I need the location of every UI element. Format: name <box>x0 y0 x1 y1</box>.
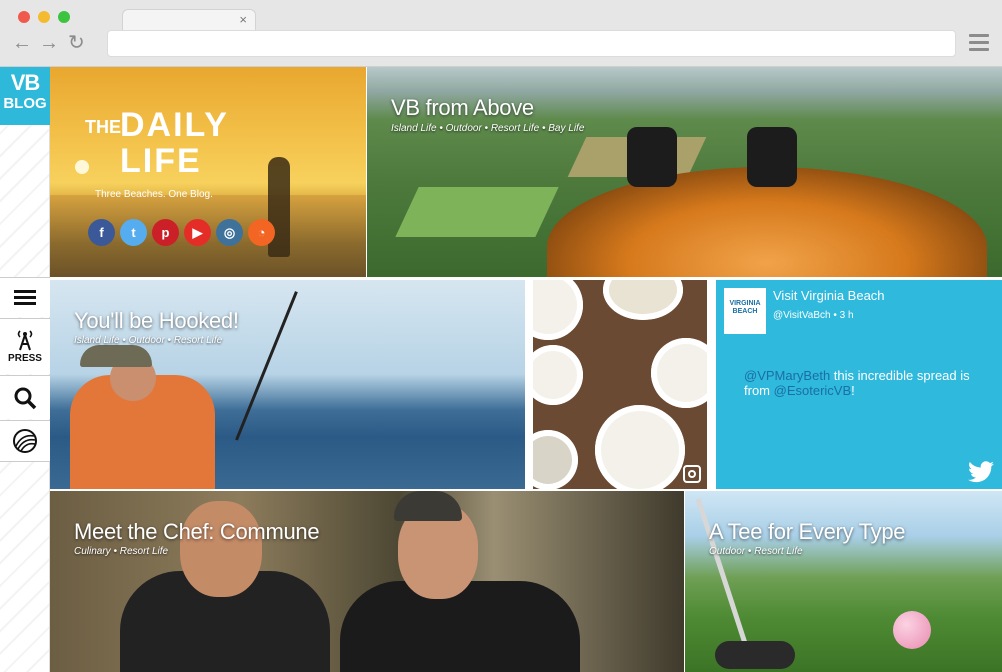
plate-graphic <box>603 280 683 320</box>
engine-cylinder-graphic <box>627 127 677 187</box>
twitter-icon[interactable]: t <box>120 219 147 246</box>
tile-categories: Island Life • Outdoor • Resort Life <box>74 335 223 346</box>
facebook-icon[interactable]: f <box>88 219 115 246</box>
tile-meet-the-chef[interactable]: Meet the Chef: Commune Culinary • Resort… <box>50 491 684 672</box>
shell-icon <box>13 429 37 453</box>
tweet-mention-link[interactable]: @VPMaryBeth <box>744 368 830 383</box>
tile-categories: Outdoor • Resort Life <box>709 546 803 557</box>
pinterest-icon[interactable]: p <box>152 219 179 246</box>
press-label: PRESS <box>8 353 42 364</box>
farm-field-graphic <box>395 187 559 237</box>
forward-icon[interactable]: → <box>39 33 59 53</box>
fishing-rod-graphic <box>235 291 298 441</box>
tile-youll-be-hooked[interactable]: You'll be Hooked! Island Life • Outdoor … <box>50 280 525 489</box>
tile-title: A Tee for Every Type <box>709 519 906 544</box>
avatar[interactable]: VIRGINIA BEACH <box>724 288 766 334</box>
rss-icon[interactable]: ◔ <box>248 219 275 246</box>
golf-club-head-graphic <box>715 641 795 669</box>
plate-graphic <box>533 280 583 340</box>
back-icon[interactable]: ← <box>12 33 32 53</box>
minimize-window-button[interactable] <box>38 11 50 23</box>
browser-tab[interactable]: × <box>122 9 256 31</box>
site-sidebar: VB BLOG PRESS <box>0 67 50 672</box>
browser-chrome: × ← → ↻ <box>0 0 1002 67</box>
broadcast-tower-icon <box>17 330 33 351</box>
chef-person-graphic <box>340 581 580 672</box>
plate-graphic <box>651 338 707 408</box>
plate-graphic <box>533 345 583 405</box>
tweet-text-end: ! <box>851 383 855 398</box>
tweet-author-name[interactable]: Visit Virginia Beach <box>773 288 885 303</box>
tile-title: You'll be Hooked! <box>74 308 239 333</box>
logo-blog: BLOG <box>3 95 47 112</box>
sun-graphic <box>75 160 89 174</box>
search-button[interactable] <box>0 375 50 419</box>
maximize-window-button[interactable] <box>58 11 70 23</box>
daily-life-tagline: Three Beaches. One Blog. <box>95 189 213 200</box>
tile-title: Meet the Chef: Commune <box>74 519 320 544</box>
tile-categories: Culinary • Resort Life <box>74 546 169 557</box>
tile-title: VB from Above <box>391 95 534 120</box>
shell-button[interactable] <box>0 420 50 462</box>
site-menu-button[interactable] <box>0 277 50 317</box>
address-bar[interactable] <box>107 30 956 57</box>
instagram-food-photo[interactable] <box>533 280 707 489</box>
chef-head-graphic <box>180 501 262 597</box>
instagram-icon[interactable]: ◎ <box>216 219 243 246</box>
twitter-card[interactable]: VIRGINIA BEACH Visit Virginia Beach @Vis… <box>716 280 1002 489</box>
reload-icon[interactable]: ↻ <box>68 33 85 53</box>
daily-life-title-the: THE <box>85 117 121 137</box>
vb-blog-logo[interactable]: VB BLOG <box>0 67 50 125</box>
tile-categories: Island Life • Outdoor • Resort Life • Ba… <box>391 123 585 134</box>
youtube-icon[interactable]: ▶ <box>184 219 211 246</box>
tab-close-icon[interactable]: × <box>239 12 247 27</box>
daily-life-banner[interactable]: THE DAILY LIFE Three Beaches. One Blog. … <box>50 67 366 277</box>
search-icon <box>14 387 37 409</box>
logo-vb: VB <box>10 70 41 95</box>
plate-graphic <box>595 405 685 489</box>
hamburger-icon <box>14 287 36 308</box>
fisherman-hat-graphic <box>80 345 152 367</box>
close-window-button[interactable] <box>18 11 30 23</box>
tweet-handle: @VisitVaBch • 3 h <box>773 310 854 321</box>
daily-life-title: DAILY LIFE <box>120 106 229 180</box>
tile-vb-from-above[interactable]: VB from Above Island Life • Outdoor • Re… <box>367 67 1002 277</box>
browser-menu-icon[interactable] <box>969 34 989 52</box>
engine-cylinder-graphic <box>747 127 797 187</box>
tile-tee-for-every-type[interactable]: A Tee for Every Type Outdoor • Resort Li… <box>685 491 1002 672</box>
chef-cap-graphic <box>394 491 462 521</box>
tweet-text: @VPMaryBeth this incredible spread is fr… <box>744 368 984 398</box>
twitter-bird-icon <box>968 461 994 483</box>
press-button[interactable]: PRESS <box>0 318 50 374</box>
beachwalker-silhouette <box>268 157 290 257</box>
plate-graphic <box>533 430 578 489</box>
golf-ball-graphic <box>893 611 931 649</box>
instagram-icon <box>683 465 701 483</box>
tweet-mention-link[interactable]: @EsotericVB <box>774 383 852 398</box>
